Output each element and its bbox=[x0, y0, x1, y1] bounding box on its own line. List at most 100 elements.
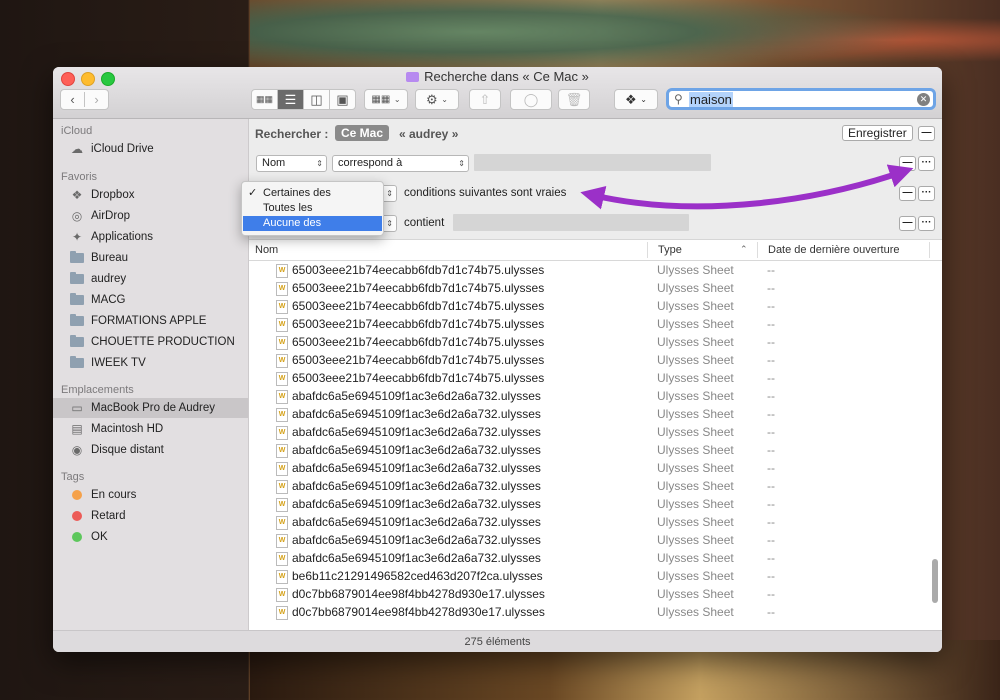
table-row[interactable]: Wabafdc6a5e6945109f1ac3e6d2a6a732.ulysse… bbox=[249, 477, 929, 495]
scope-this-mac[interactable]: Ce Mac bbox=[335, 125, 390, 141]
table-row[interactable]: W 65003eee21b74eecabb6fdb7d1c74b75.ulysse… bbox=[249, 279, 929, 297]
remove-icon[interactable]: — bbox=[899, 186, 916, 201]
table-row[interactable]: Wd0c7bb6879014ee98f4bb4278d930e17.ulysse… bbox=[249, 585, 929, 603]
file-name: abafdc6a5e6945109f1ac3e6d2a6a732.ulysses bbox=[292, 425, 541, 439]
file-date: -- bbox=[767, 407, 775, 421]
file-name: d0c7bb6879014ee98f4bb4278d930e17.ulysses bbox=[292, 587, 545, 601]
sidebar-item-applications[interactable]: ✦ Applications bbox=[53, 227, 248, 247]
column-header-date[interactable]: Date de dernière ouverture bbox=[768, 244, 899, 256]
file-date: -- bbox=[767, 587, 775, 601]
share-button[interactable]: ⇧ bbox=[469, 89, 501, 110]
column-header-type[interactable]: Type bbox=[658, 244, 682, 256]
dropbox-button[interactable]: ❖ ⌄ bbox=[614, 89, 658, 110]
table-row[interactable]: Wabafdc6a5e6945109f1ac3e6d2a6a732.ulysse… bbox=[249, 387, 929, 405]
sidebar-item-dropbox[interactable]: ❖ Dropbox bbox=[53, 185, 248, 205]
chevron-left-icon[interactable]: ‹ bbox=[61, 92, 85, 107]
icon-view-icon[interactable]: ▦▦ bbox=[252, 90, 278, 109]
remove-icon[interactable]: — bbox=[918, 126, 935, 141]
scrollbar[interactable] bbox=[932, 559, 938, 603]
save-button[interactable]: Enregistrer bbox=[842, 125, 913, 141]
search-field[interactable]: ⚲ maison ✕ bbox=[666, 88, 936, 110]
ulysses-file-icon: W bbox=[276, 570, 288, 584]
file-name: abafdc6a5e6945109f1ac3e6d2a6a732.ulysses bbox=[292, 461, 541, 475]
column-header-name[interactable]: Nom bbox=[255, 244, 278, 256]
table-row[interactable]: Wd0c7bb6879014ee98f4bb4278d930e17.ulysse… bbox=[249, 603, 929, 621]
optical-disk-icon: ◉ bbox=[71, 443, 83, 457]
finder-window: Recherche dans « Ce Mac » ‹ › ▦▦ ☰ ◫ ▣ ▦… bbox=[53, 67, 942, 652]
table-row[interactable]: W 65003eee21b74eecabb6fdb7d1c74b75.ulysse… bbox=[249, 369, 929, 387]
chevron-right-icon[interactable]: › bbox=[85, 92, 108, 107]
file-type: Ulysses Sheet bbox=[657, 317, 734, 331]
attribute-popup[interactable]: Nom ⇕ bbox=[256, 155, 327, 172]
file-name: abafdc6a5e6945109f1ac3e6d2a6a732.ulysses bbox=[292, 389, 541, 403]
table-row[interactable]: Wabafdc6a5e6945109f1ac3e6d2a6a732.ulysse… bbox=[249, 459, 929, 477]
sidebar-item-label: iCloud Drive bbox=[91, 143, 154, 155]
sidebar-item-macintosh-hd[interactable]: ▤ Macintosh HD bbox=[53, 419, 248, 439]
sidebar-item-icloud-drive[interactable]: ☁ iCloud Drive bbox=[53, 139, 248, 159]
sidebar-item-label: Macintosh HD bbox=[91, 423, 164, 435]
table-row[interactable]: W 65003eee21b74eecabb6fdb7d1c74b75.ulysse… bbox=[249, 261, 929, 279]
sidebar-item-macbook-pro[interactable]: ▭ MacBook Pro de Audrey bbox=[53, 398, 248, 418]
action-menu-button[interactable]: ⚙ ⌄ bbox=[415, 89, 459, 110]
sidebar-item-formations-apple[interactable]: FORMATIONS APPLE bbox=[53, 311, 248, 331]
menu-item-aucune[interactable]: Aucune des bbox=[243, 216, 382, 231]
ulysses-file-icon: W bbox=[276, 264, 288, 278]
tag-icon: ◯ bbox=[523, 91, 539, 107]
table-row[interactable]: Wabafdc6a5e6945109f1ac3e6d2a6a732.ulysse… bbox=[249, 549, 929, 567]
sidebar-item-label: FORMATIONS APPLE bbox=[91, 315, 207, 327]
table-row[interactable]: Wabafdc6a5e6945109f1ac3e6d2a6a732.ulysse… bbox=[249, 405, 929, 423]
sidebar-item-airdrop[interactable]: ◎ AirDrop bbox=[53, 206, 248, 226]
table-row[interactable]: Wbe6b11c21291496582ced463d207f2ca.ulysse… bbox=[249, 567, 929, 585]
table-row[interactable]: Wabafdc6a5e6945109f1ac3e6d2a6a732.ulysse… bbox=[249, 495, 929, 513]
table-row[interactable]: Wabafdc6a5e6945109f1ac3e6d2a6a732.ulysse… bbox=[249, 423, 929, 441]
file-date: -- bbox=[767, 371, 775, 385]
file-date: -- bbox=[767, 353, 775, 367]
file-name: 65003eee21b74eecabb6fdb7d1c74b75.ulysses bbox=[292, 317, 545, 331]
folder-icon bbox=[70, 293, 84, 305]
more-options-icon[interactable]: ··· bbox=[918, 186, 935, 201]
sidebar-item-tag-en-cours[interactable]: En cours bbox=[53, 485, 248, 505]
sidebar-item-chouette-production[interactable]: CHOUETTE PRODUCTION bbox=[53, 332, 248, 352]
file-type: Ulysses Sheet bbox=[657, 515, 734, 529]
sidebar-item-label: AirDrop bbox=[91, 210, 130, 222]
table-row[interactable]: W 65003eee21b74eecabb6fdb7d1c74b75.ulysse… bbox=[249, 297, 929, 315]
sidebar-item-macg[interactable]: MACG bbox=[53, 290, 248, 310]
table-row[interactable]: W 65003eee21b74eecabb6fdb7d1c74b75.ulysse… bbox=[249, 351, 929, 369]
file-name: abafdc6a5e6945109f1ac3e6d2a6a732.ulysses bbox=[292, 497, 541, 511]
menu-item-certaines[interactable]: ✓ Certaines des bbox=[243, 186, 382, 201]
clear-search-icon[interactable]: ✕ bbox=[917, 93, 930, 106]
trash-button[interactable]: 🗑 bbox=[558, 89, 590, 110]
menu-item-toutes[interactable]: Toutes les bbox=[243, 201, 382, 216]
gallery-view-icon[interactable]: ▣ bbox=[330, 90, 355, 109]
ulysses-file-icon: W bbox=[276, 336, 288, 350]
tag-button[interactable]: ◯ bbox=[510, 89, 552, 110]
file-date: -- bbox=[767, 479, 775, 493]
more-options-icon[interactable]: ··· bbox=[918, 216, 935, 231]
remove-icon[interactable]: — bbox=[899, 216, 916, 231]
operator-popup[interactable]: correspond à ⇕ bbox=[332, 155, 469, 172]
group-by-button[interactable]: ▦▦ ⌄ bbox=[364, 89, 408, 110]
table-header: Nom Type ⌃ Date de dernière ouverture bbox=[249, 240, 942, 261]
table-row[interactable]: Wabafdc6a5e6945109f1ac3e6d2a6a732.ulysse… bbox=[249, 513, 929, 531]
folder-icon bbox=[70, 356, 84, 368]
sidebar-item-bureau[interactable]: Bureau bbox=[53, 248, 248, 268]
table-row[interactable]: W 65003eee21b74eecabb6fdb7d1c74b75.ulysse… bbox=[249, 315, 929, 333]
sidebar-item-audrey[interactable]: audrey bbox=[53, 269, 248, 289]
file-type: Ulysses Sheet bbox=[657, 425, 734, 439]
file-date: -- bbox=[767, 569, 775, 583]
table-row[interactable]: Wabafdc6a5e6945109f1ac3e6d2a6a732.ulysse… bbox=[249, 531, 929, 549]
more-options-icon[interactable]: ··· bbox=[918, 156, 935, 171]
sidebar-item-disque-distant[interactable]: ◉ Disque distant bbox=[53, 440, 248, 460]
column-view-icon[interactable]: ◫ bbox=[304, 90, 330, 109]
table-row[interactable]: W 65003eee21b74eecabb6fdb7d1c74b75.ulysse… bbox=[249, 333, 929, 351]
remove-icon[interactable]: — bbox=[899, 156, 916, 171]
table-row[interactable]: Wabafdc6a5e6945109f1ac3e6d2a6a732.ulysse… bbox=[249, 441, 929, 459]
sidebar-item-tag-retard[interactable]: Retard bbox=[53, 506, 248, 526]
sidebar-item-iweek-tv[interactable]: IWEEK TV bbox=[53, 353, 248, 373]
contains-value-field[interactable] bbox=[453, 214, 689, 231]
sidebar-item-tag-ok[interactable]: OK bbox=[53, 527, 248, 547]
criteria-value-field[interactable] bbox=[474, 154, 711, 171]
scope-audrey[interactable]: « audrey » bbox=[399, 127, 458, 141]
search-input[interactable]: maison bbox=[689, 92, 733, 107]
list-view-icon[interactable]: ☰ bbox=[278, 90, 304, 109]
